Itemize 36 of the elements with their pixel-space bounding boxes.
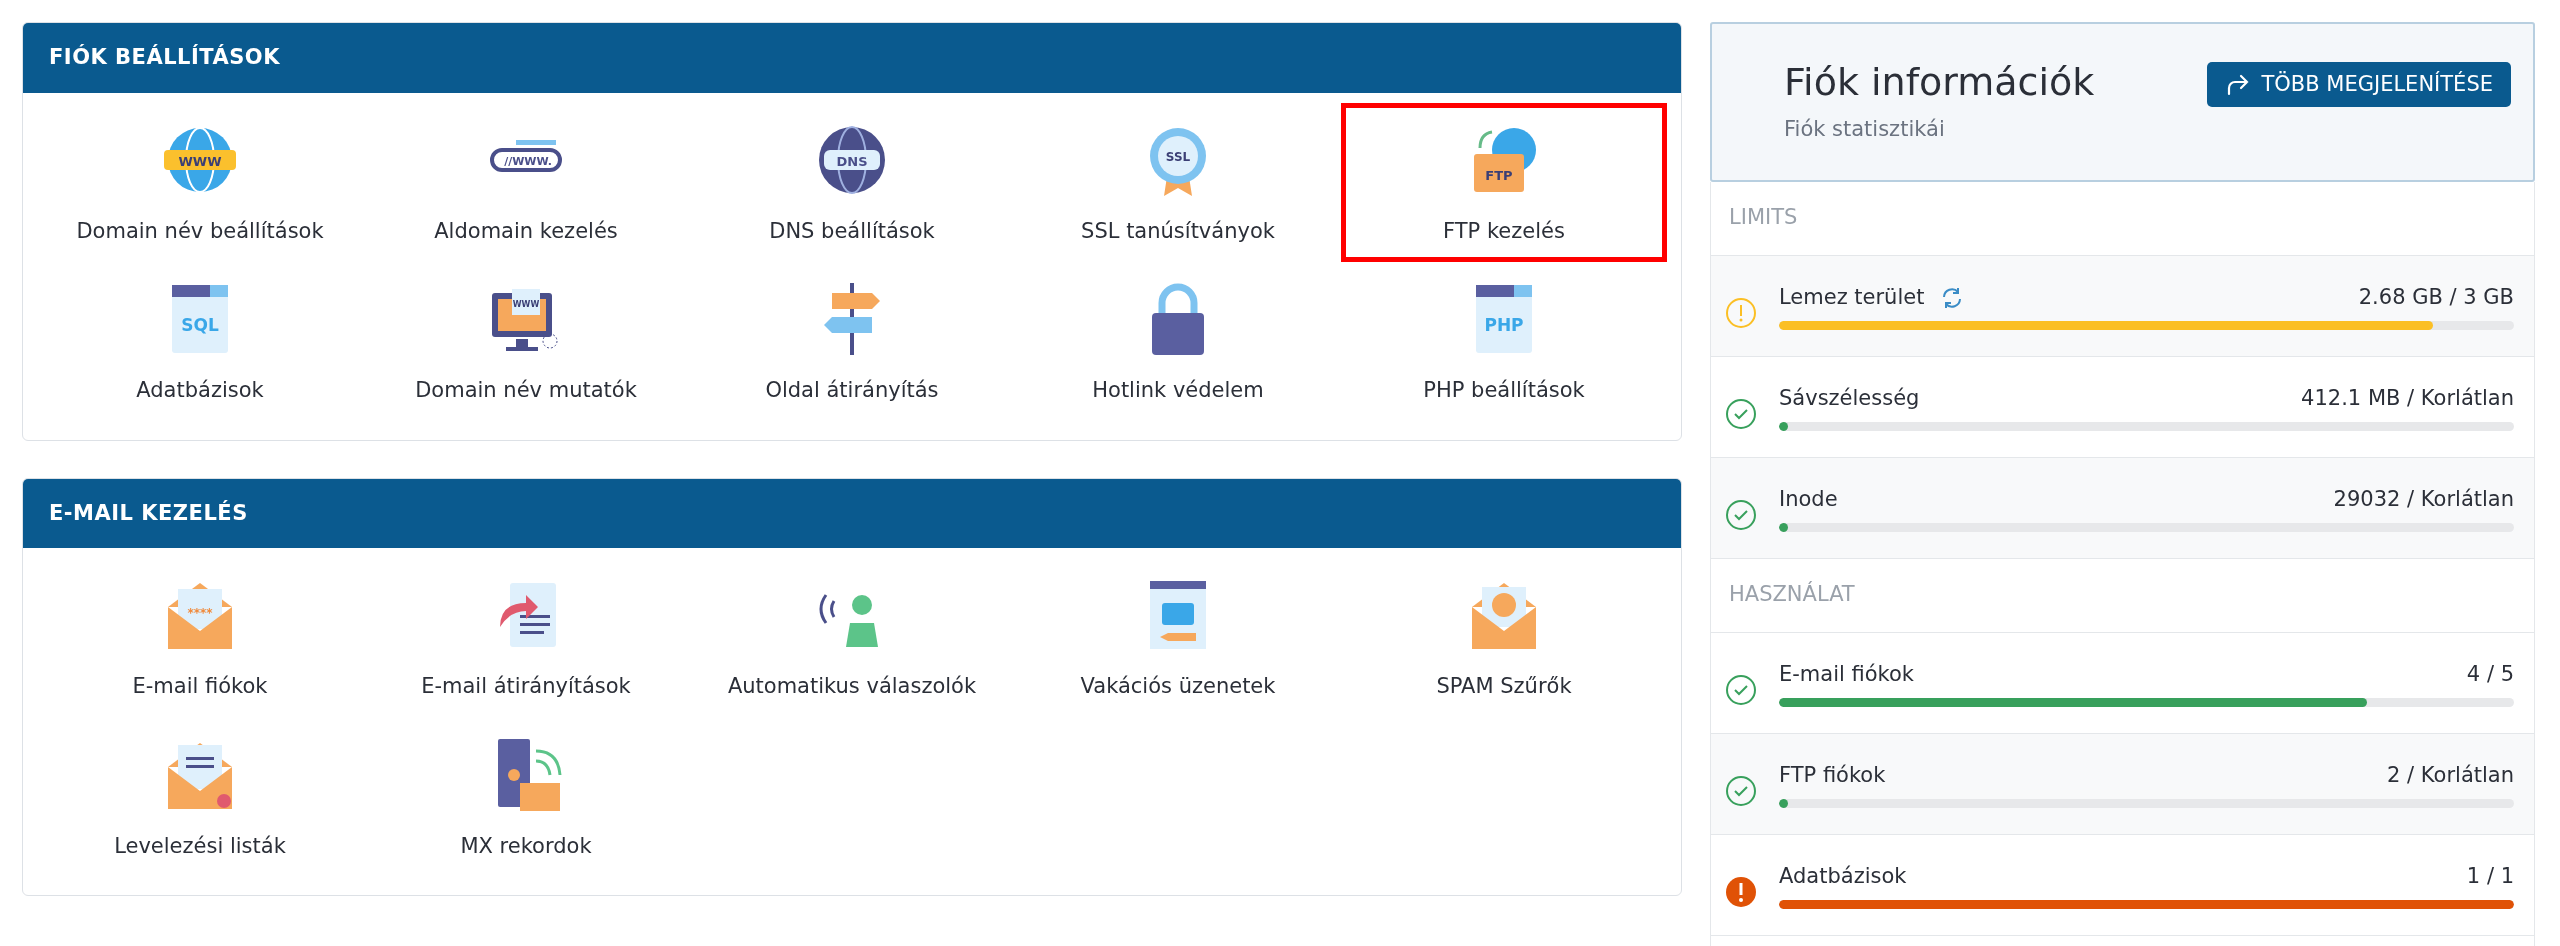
menu-item[interactable]: DNS DNS beállítások <box>689 102 1015 262</box>
menu-item[interactable]: WWW Domain név beállítások <box>37 102 363 262</box>
show-more-button[interactable]: TÖBB MEGJELENÍTÉSE <box>2207 62 2511 107</box>
panel-title: E-MAIL KEZELÉS <box>23 478 1681 548</box>
menu-item[interactable]: WWW Domain név mutatók <box>363 262 689 422</box>
stat-value: 2 / Korlátlan <box>2387 761 2514 789</box>
menu-item[interactable]: SQL Adatbázisok <box>37 262 363 422</box>
panel-title: FIÓK BEÁLLÍTÁSOK <box>23 23 1681 93</box>
stat-value: 2.68 GB / 3 GB <box>2358 283 2514 311</box>
section-heading: HASZNÁLAT <box>1710 559 2535 633</box>
menu-item[interactable]: //WWW. Aldomain kezelés <box>363 102 689 262</box>
stat-value: 1 / 1 <box>2466 862 2514 890</box>
stat-label: E-mail fiókok <box>1779 660 1914 688</box>
stat-label: Sávszélesség <box>1779 384 1920 412</box>
stat-value: 412.1 MB / Korlátlan <box>2301 384 2514 412</box>
card-title: Fiók információk <box>1784 62 2095 104</box>
stat-label: Lemez terület <box>1779 283 1925 311</box>
stat-label: Adatbázisok <box>1779 862 1907 890</box>
stat-value: 29032 / Korlátlan <box>2333 485 2514 513</box>
menu-item[interactable]: MX rekordok <box>363 717 689 877</box>
menu-item[interactable]: Vakációs üzenetek <box>1015 558 1341 718</box>
stat-value: 4 / 5 <box>2466 660 2514 688</box>
menu-item[interactable]: Oldal átirányítás <box>689 262 1015 422</box>
stat-label: FTP fiókok <box>1779 761 1886 789</box>
menu-item[interactable]: Hotlink védelem <box>1015 262 1341 422</box>
menu-item[interactable]: **** E-mail fiókok <box>37 558 363 718</box>
menu-item[interactable]: Automatikus válaszolók <box>689 558 1015 718</box>
card-subtitle: Fiók statisztikái <box>1784 115 1946 143</box>
menu-item[interactable]: SPAM Szűrők <box>1341 558 1667 718</box>
menu-item[interactable]: E-mail átirányítások <box>363 558 689 718</box>
menu-item[interactable]: SSL SSL tanúsítványok <box>1015 102 1341 262</box>
section-heading: LIMITS <box>1710 182 2535 256</box>
stat-label: Inode <box>1779 485 1838 513</box>
menu-item[interactable]: PHP PHP beállítások <box>1341 262 1667 422</box>
menu-item[interactable]: Levelezési listák <box>37 717 363 877</box>
menu-item[interactable]: FTP FTP kezelés <box>1341 102 1667 262</box>
